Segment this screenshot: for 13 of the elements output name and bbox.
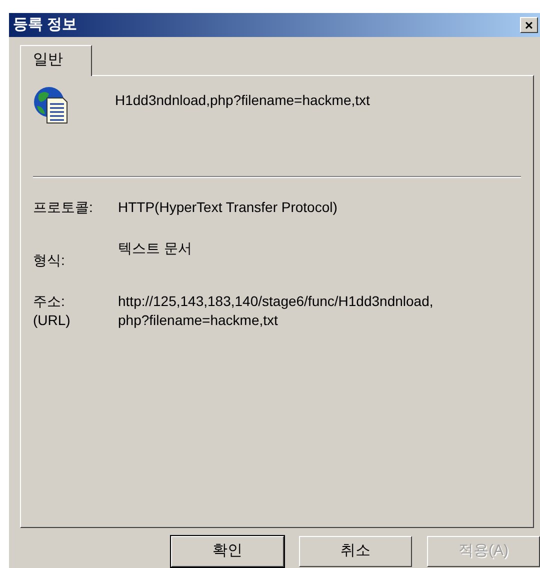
web-document-icon bbox=[33, 86, 69, 124]
field-value: http://125,143,183,140/stage6/func/H1dd3ndnload, php?filename=hackme,txt bbox=[118, 292, 434, 330]
close-button[interactable]: × bbox=[520, 17, 538, 33]
dialog-button[interactable]: 취소 bbox=[299, 536, 412, 566]
dialog-button[interactable]: 확인 bbox=[171, 536, 284, 566]
field-value: 텍스트 문서 bbox=[118, 238, 192, 258]
field-value: HTTP(HyperText Transfer Protocol) bbox=[118, 198, 338, 216]
field-label: 프로토콜: bbox=[33, 198, 94, 216]
tab[interactable]: 일반 bbox=[20, 45, 92, 76]
field-label: 형식: bbox=[33, 250, 66, 270]
file-name: H1dd3ndnload,php?filename=hackme,txt bbox=[115, 90, 370, 110]
window-title: 등록 정보 bbox=[13, 14, 78, 35]
field-label: 주소: (URL) bbox=[33, 292, 72, 330]
